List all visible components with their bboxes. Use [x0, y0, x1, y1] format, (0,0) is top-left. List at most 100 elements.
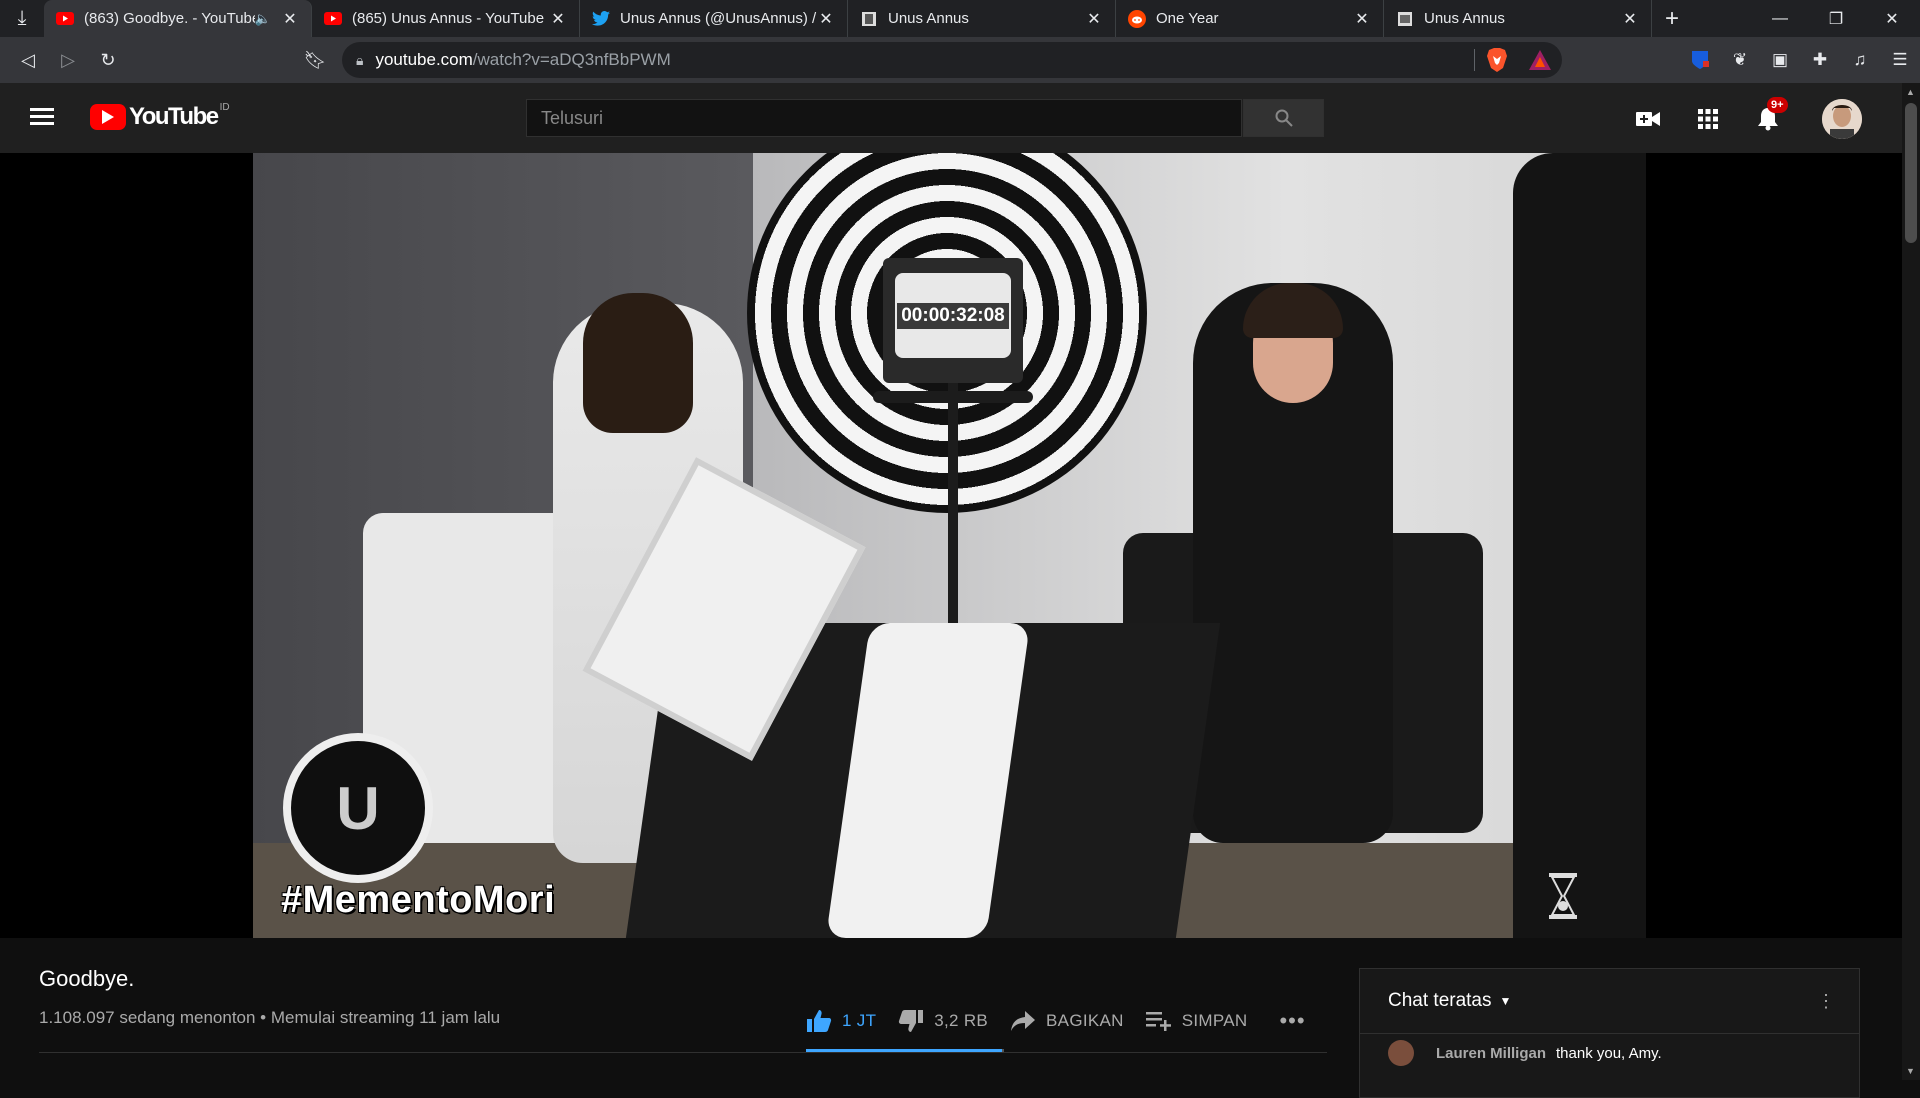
- tv-screen: 00:00:32:08: [895, 273, 1011, 358]
- site-icon: [860, 10, 878, 28]
- scroll-down-icon[interactable]: ▼: [1906, 1066, 1915, 1076]
- create-video-icon[interactable]: [1632, 103, 1664, 135]
- close-window-icon[interactable]: ✕: [1864, 0, 1920, 37]
- scrollbar-thumb[interactable]: [1905, 103, 1917, 243]
- close-icon[interactable]: ✕: [549, 9, 567, 29]
- chat-author[interactable]: Lauren Milligan: [1436, 1045, 1546, 1062]
- person-standing: [1513, 153, 1646, 938]
- brave-shields-icon[interactable]: [1486, 47, 1508, 73]
- more-actions-icon[interactable]: •••: [1279, 1008, 1305, 1034]
- restore-icon[interactable]: ❐: [1808, 0, 1864, 37]
- reload-icon[interactable]: ↻: [88, 40, 128, 80]
- close-icon[interactable]: ✕: [281, 9, 299, 29]
- puzzle-icon[interactable]: ✚: [1800, 42, 1840, 78]
- chevron-down-icon[interactable]: ▼: [1500, 994, 1512, 1008]
- bookmark-icon[interactable]: 🔖︎: [300, 45, 330, 75]
- chat-message: Lauren Milligan thank you, Amy.: [1360, 1034, 1859, 1072]
- live-chat-panel: Chat teratas ▼ ⋮ Lauren Milligan thank y…: [1359, 968, 1860, 1098]
- save-button[interactable]: SIMPAN: [1145, 1011, 1248, 1031]
- browser-tab-5[interactable]: One Year ✕: [1116, 0, 1384, 37]
- speaker-icon[interactable]: 🔈: [255, 11, 271, 27]
- browser-tab-bar: ⤓ (863) Goodbye. - YouTube 🔈 ✕ (865) Unu…: [0, 0, 1920, 37]
- new-tab-button[interactable]: +: [1652, 0, 1692, 37]
- tab-title: (865) Unus Annus - YouTube: [352, 10, 545, 27]
- dislike-button[interactable]: 3,2 RB: [898, 1009, 988, 1033]
- divider: [1474, 49, 1475, 71]
- extension-icon[interactable]: ❦: [1720, 42, 1760, 78]
- tab-title: (863) Goodbye. - YouTube: [84, 10, 255, 27]
- browser-tab-6[interactable]: Unus Annus ✕: [1384, 0, 1652, 37]
- avatar[interactable]: [1822, 99, 1862, 139]
- logo-text: YouTube: [129, 103, 219, 130]
- browser-tab-4[interactable]: Unus Annus ✕: [848, 0, 1116, 37]
- lock-icon[interactable]: 🔒︎: [356, 52, 363, 69]
- menu-icon[interactable]: ☰: [1880, 42, 1920, 78]
- browser-tab-2[interactable]: (865) Unus Annus - YouTube ✕: [312, 0, 580, 37]
- like-button[interactable]: 1 JT: [806, 1009, 876, 1033]
- menu-icon[interactable]: [30, 108, 54, 129]
- apps-grid-icon[interactable]: [1692, 103, 1724, 135]
- brave-rewards-icon[interactable]: [1528, 49, 1552, 71]
- more-vert-icon[interactable]: ⋮: [1817, 991, 1835, 1012]
- chat-header[interactable]: Chat teratas ▼ ⋮: [1360, 969, 1859, 1034]
- video-title: Goodbye.: [39, 966, 135, 991]
- extension-icon[interactable]: ▣: [1760, 42, 1800, 78]
- close-icon[interactable]: ✕: [1085, 9, 1103, 29]
- close-icon[interactable]: ✕: [817, 9, 835, 29]
- extensions-area: ❦ ▣ ✚ ♫ ☰: [1680, 42, 1920, 78]
- thumbs-up-icon: [807, 1010, 832, 1032]
- twitter-icon: [592, 10, 610, 28]
- share-label: BAGIKAN: [1046, 1011, 1124, 1030]
- window-controls: — ❐ ✕: [1752, 0, 1920, 37]
- tab-title: Unus Annus (@UnusAnnus) / Twitter: [620, 10, 817, 27]
- youtube-icon: [324, 10, 342, 28]
- close-icon[interactable]: ✕: [1621, 9, 1639, 29]
- youtube-masthead: YouTube ID 9+: [0, 83, 1902, 153]
- wreath-letter: U: [336, 774, 380, 842]
- forward-icon[interactable]: ▷: [48, 40, 88, 80]
- tab-title: Unus Annus: [888, 10, 969, 27]
- scroll-up-icon[interactable]: ▲: [1906, 87, 1915, 97]
- site-icon: [1396, 10, 1414, 28]
- like-count: 1 JT: [842, 1011, 877, 1030]
- tv-set: 00:00:32:08: [883, 258, 1023, 383]
- search-input[interactable]: [527, 106, 1241, 130]
- countdown-timer: 00:00:32:08: [897, 302, 1009, 329]
- media-control-icon[interactable]: ♫: [1840, 42, 1880, 78]
- chat-text: thank you, Amy.: [1556, 1044, 1662, 1062]
- video-actions: 1 JT 3,2 RB BAGIKAN SIMPAN •••: [806, 1000, 1328, 1042]
- tab-title: One Year: [1156, 10, 1219, 27]
- avatar[interactable]: [1388, 1040, 1414, 1066]
- country-code: ID: [219, 102, 230, 113]
- minimize-icon[interactable]: —: [1752, 0, 1808, 37]
- bitwarden-icon[interactable]: [1680, 42, 1720, 78]
- video-frame[interactable]: 00:00:32:08 U #MementoMori: [253, 153, 1646, 938]
- browser-tab-3[interactable]: Unus Annus (@UnusAnnus) / Twitter ✕: [580, 0, 848, 37]
- youtube-logo[interactable]: YouTube ID: [90, 102, 230, 130]
- url-host: youtube.com: [375, 50, 473, 69]
- share-button[interactable]: BAGIKAN: [1010, 1010, 1124, 1032]
- notification-badge: 9+: [1767, 97, 1788, 113]
- save-label: SIMPAN: [1181, 1011, 1248, 1030]
- downloads-icon[interactable]: ⤓: [0, 0, 44, 37]
- person-in-black: [1193, 283, 1393, 843]
- video-hashtag-overlay: #MementoMori: [281, 879, 556, 921]
- url-path: /watch?v=aDQ3nfBbPWM: [472, 50, 671, 69]
- divider: [39, 1052, 1327, 1053]
- page-scrollbar[interactable]: ▲ ▼: [1902, 83, 1920, 1080]
- share-icon: [1011, 1011, 1036, 1031]
- back-icon[interactable]: ◁: [8, 40, 48, 80]
- hourglass-icon[interactable]: [1547, 871, 1579, 921]
- search-icon: [1275, 109, 1293, 127]
- browser-toolbar: ◁ ▷ ↻ 🔖︎ 🔒︎ youtube.com/watch?v=aDQ3nfBb…: [0, 37, 1920, 83]
- address-bar[interactable]: 🔒︎ youtube.com/watch?v=aDQ3nfBbPWM: [342, 42, 1562, 78]
- chat-mode-label: Chat teratas: [1388, 990, 1492, 1011]
- thumbs-down-icon: [899, 1010, 924, 1032]
- browser-tab-1[interactable]: (863) Goodbye. - YouTube 🔈 ✕: [44, 0, 312, 37]
- video-player[interactable]: 00:00:32:08 U #MementoMori: [0, 153, 1902, 938]
- search-button[interactable]: [1243, 99, 1324, 137]
- video-meta: 1.108.097 sedang menonton • Memulai stre…: [39, 1008, 501, 1027]
- wreath: U: [283, 733, 433, 883]
- youtube-play-icon: [90, 104, 126, 130]
- close-icon[interactable]: ✕: [1353, 9, 1371, 29]
